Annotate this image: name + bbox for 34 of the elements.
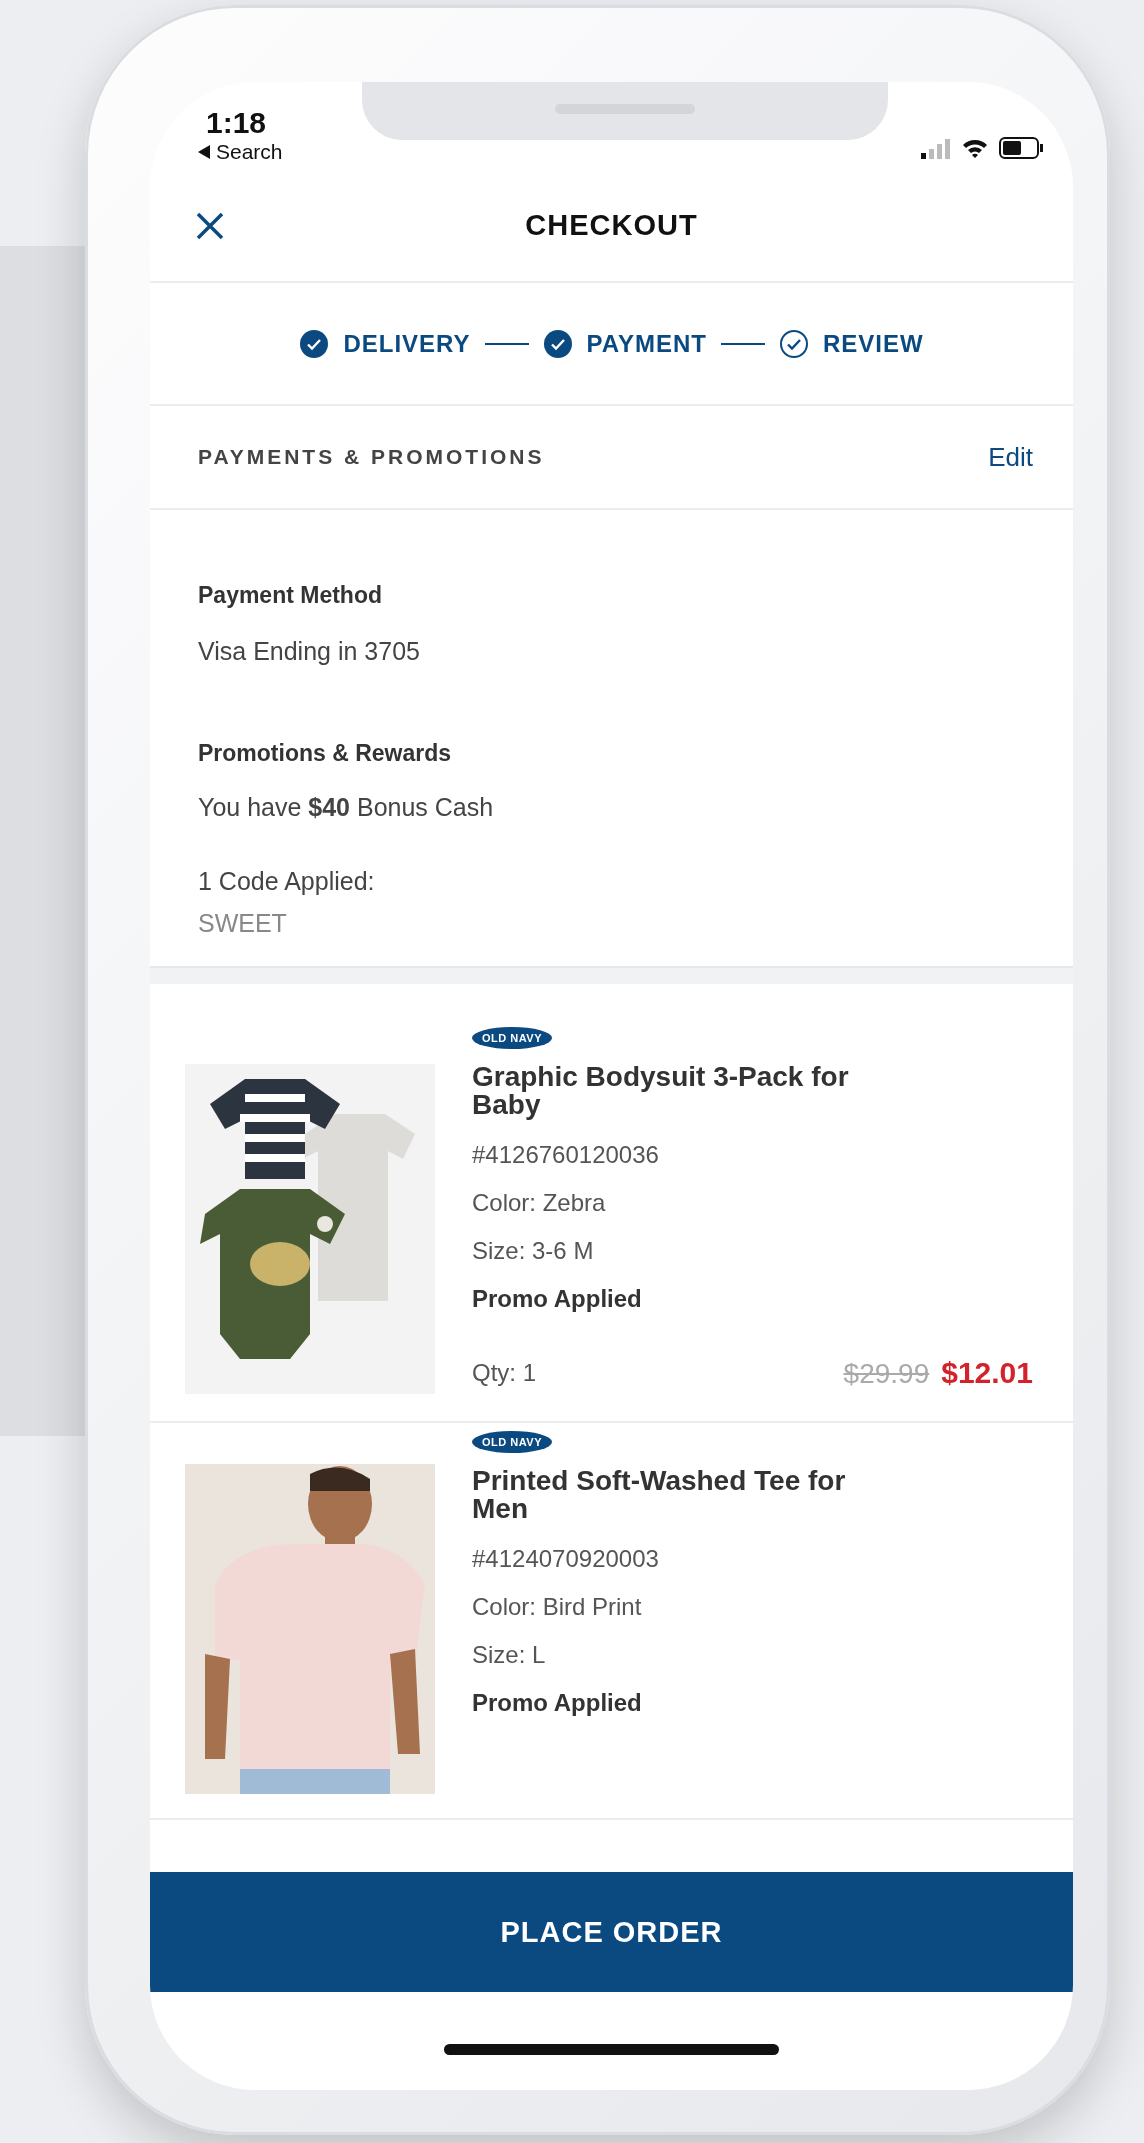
product-color: Color: Bird Print xyxy=(472,1592,643,1622)
back-link[interactable]: Search xyxy=(216,140,283,164)
back-triangle-icon[interactable] xyxy=(198,145,210,159)
promo-applied-label: Promo Applied xyxy=(472,1688,643,1718)
payment-method-value: Visa Ending in 3705 xyxy=(198,636,421,667)
place-order-button[interactable]: PLACE ORDER xyxy=(150,1872,1073,1992)
product-name: Printed Soft-Washed Tee for Men xyxy=(472,1467,847,1523)
wifi-icon xyxy=(961,137,989,159)
promo-applied-label: Promo Applied xyxy=(472,1284,643,1314)
payment-method-label: Payment Method xyxy=(198,581,384,610)
codes-applied-label: 1 Code Applied: xyxy=(198,866,376,897)
step-label: PAYMENT xyxy=(586,329,707,358)
battery-icon xyxy=(999,137,1043,159)
promotions-label: Promotions & Rewards xyxy=(198,739,453,768)
signal-icon xyxy=(921,137,951,159)
product-quantity: Qty: 1 xyxy=(472,1358,537,1388)
sale-price: $12.01 xyxy=(941,1356,1033,1390)
promo-code: SWEET xyxy=(198,908,288,939)
step-label: REVIEW xyxy=(822,329,924,358)
brand-badge: OLD NAVY xyxy=(472,1431,553,1453)
edit-link[interactable]: Edit xyxy=(988,441,1033,473)
product-sku: #4126760120036 xyxy=(472,1140,660,1170)
product-sku: #4124070920003 xyxy=(472,1544,660,1574)
section-title: PAYMENTS & PROMOTIONS xyxy=(198,445,545,469)
brand-badge: OLD NAVY xyxy=(472,1027,553,1049)
product-color: Color: Zebra xyxy=(472,1188,607,1218)
product-size: Size: 3-6 M xyxy=(472,1236,595,1266)
original-price: $29.99 xyxy=(843,1358,930,1390)
step-label: DELIVERY xyxy=(343,329,471,358)
product-name: Graphic Bodysuit 3-Pack for Baby xyxy=(472,1063,850,1119)
product-size: Size: L xyxy=(472,1640,547,1670)
bonus-cash-text: You have $40 Bonus Cash xyxy=(198,792,495,823)
page-title: CHECKOUT xyxy=(525,209,698,242)
status-time: 1:18 xyxy=(206,106,267,140)
